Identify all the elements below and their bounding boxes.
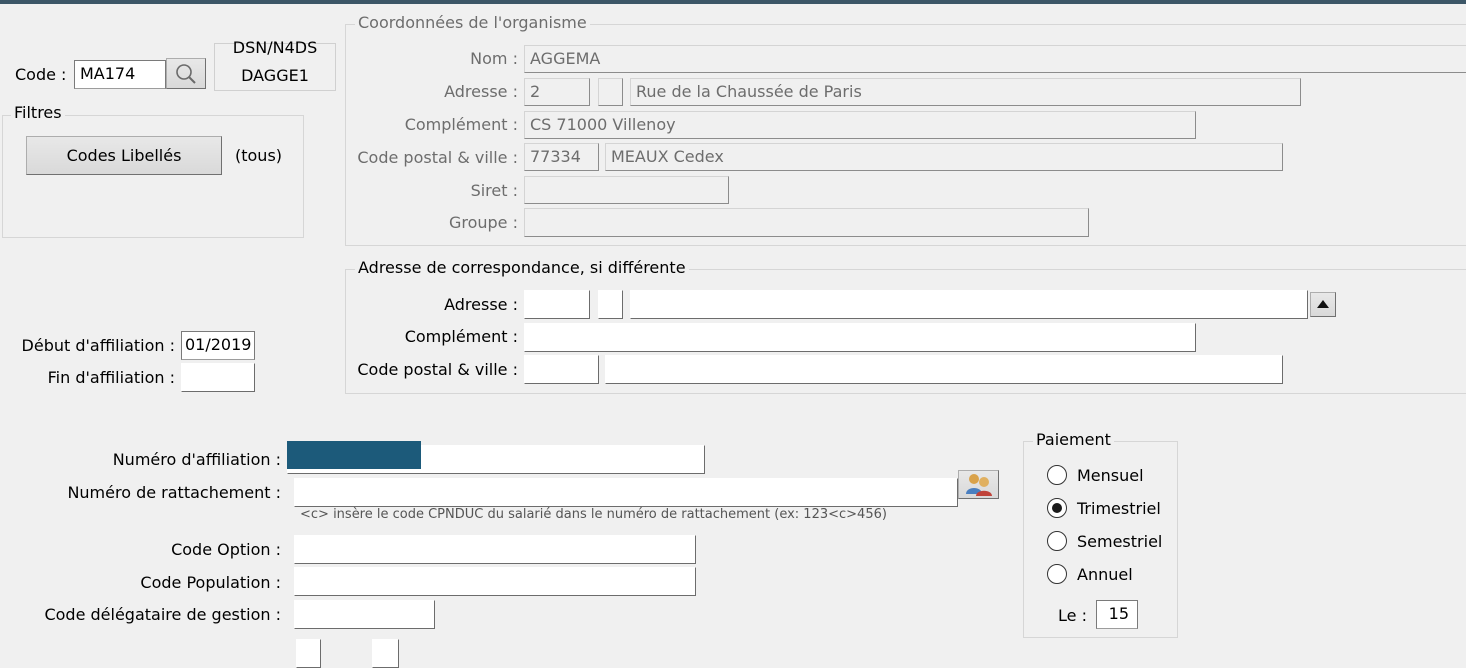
bottom-field-2[interactable] <box>372 639 399 668</box>
code-population-field[interactable] <box>294 567 696 596</box>
redacted-value <box>287 441 421 469</box>
corr-cp-field[interactable] <box>524 355 599 384</box>
nom-label: Nom : <box>470 49 518 68</box>
le-field[interactable]: 15 <box>1096 600 1138 629</box>
code-option-label: Code Option : <box>171 540 281 559</box>
adresse-ext-field[interactable] <box>598 78 623 106</box>
debut-affiliation-label: Début d'affiliation : <box>21 336 175 355</box>
radio-semestriel-label[interactable]: Semestriel <box>1077 532 1162 552</box>
adresse-num-field[interactable]: 2 <box>524 78 590 106</box>
adresse-label: Adresse : <box>444 82 518 101</box>
radio-annuel-label[interactable]: Annuel <box>1077 565 1133 585</box>
correspondance-legend: Adresse de correspondance, si différente <box>355 258 689 278</box>
le-label: Le : <box>1058 606 1087 625</box>
search-icon <box>176 64 196 84</box>
code-input[interactable]: MA174 <box>74 60 166 89</box>
corr-complement-label: Complément : <box>404 327 518 346</box>
radio-mensuel-label[interactable]: Mensuel <box>1077 466 1144 486</box>
code-population-label: Code Population : <box>140 573 281 592</box>
complement-field[interactable]: CS 71000 Villenoy <box>524 111 1196 139</box>
groupe-label: Groupe : <box>448 213 518 232</box>
radio-trimestriel-label[interactable]: Trimestriel <box>1077 499 1161 519</box>
corr-adresse-voie-field[interactable] <box>630 290 1308 319</box>
numero-rattachement-field[interactable] <box>294 478 958 507</box>
fin-affiliation-label: Fin d'affiliation : <box>47 368 175 387</box>
filtres-legend: Filtres <box>11 103 65 123</box>
bottom-field-1[interactable] <box>296 639 321 668</box>
codes-libelles-button[interactable]: Codes Libellés <box>26 136 222 175</box>
search-button[interactable] <box>166 58 206 89</box>
corr-ville-field[interactable] <box>605 355 1283 384</box>
nom-field[interactable]: AGGEMA <box>524 45 1466 73</box>
dsn-title: DSN/N4DS <box>232 38 318 57</box>
paiement-legend: Paiement <box>1033 430 1114 450</box>
window-top-border <box>0 0 1466 4</box>
filtres-status: (tous) <box>235 146 283 165</box>
organisme-legend: Coordonnées de l'organisme <box>355 13 590 33</box>
numero-affiliation-label: Numéro d'affiliation : <box>112 450 281 469</box>
corr-complement-field[interactable] <box>524 323 1196 352</box>
users-icon <box>965 474 992 496</box>
corr-adresse-ext-field[interactable] <box>598 290 623 319</box>
groupe-field[interactable] <box>524 208 1089 237</box>
corr-adresse-label: Adresse : <box>444 295 518 314</box>
radio-trimestriel[interactable] <box>1047 498 1067 518</box>
code-delegataire-label: Code délégataire de gestion : <box>44 605 281 624</box>
users-lookup-button[interactable] <box>958 470 999 499</box>
numero-rattachement-label: Numéro de rattachement : <box>67 483 281 502</box>
code-delegataire-field[interactable] <box>294 600 435 629</box>
code-label: Code : <box>15 65 67 84</box>
siret-field[interactable] <box>524 176 729 204</box>
adresse-voie-field[interactable]: Rue de la Chaussée de Paris <box>630 78 1301 106</box>
corr-adresse-num-field[interactable] <box>524 290 590 319</box>
cp-ville-label: Code postal & ville : <box>357 148 518 167</box>
siret-label: Siret : <box>470 181 518 200</box>
scroll-up-button[interactable] <box>1310 292 1336 317</box>
corr-cp-ville-label: Code postal & ville : <box>357 360 518 379</box>
complement-label: Complément : <box>404 115 518 134</box>
code-option-field[interactable] <box>294 535 696 564</box>
filtres-group <box>2 115 304 238</box>
rattachement-hint: <c> insère le code CPNDUC du salarié dan… <box>300 507 887 522</box>
dsn-value: DAGGE1 <box>241 66 309 85</box>
cp-field[interactable]: 77334 <box>524 143 599 171</box>
radio-semestriel[interactable] <box>1047 531 1067 551</box>
ville-field[interactable]: MEAUX Cedex <box>605 143 1283 171</box>
scroll-up-icon <box>1317 300 1329 308</box>
fin-affiliation-field[interactable] <box>181 363 255 392</box>
radio-annuel[interactable] <box>1047 564 1067 584</box>
debut-affiliation-field[interactable]: 01/2019 <box>181 331 255 360</box>
radio-mensuel[interactable] <box>1047 465 1067 485</box>
